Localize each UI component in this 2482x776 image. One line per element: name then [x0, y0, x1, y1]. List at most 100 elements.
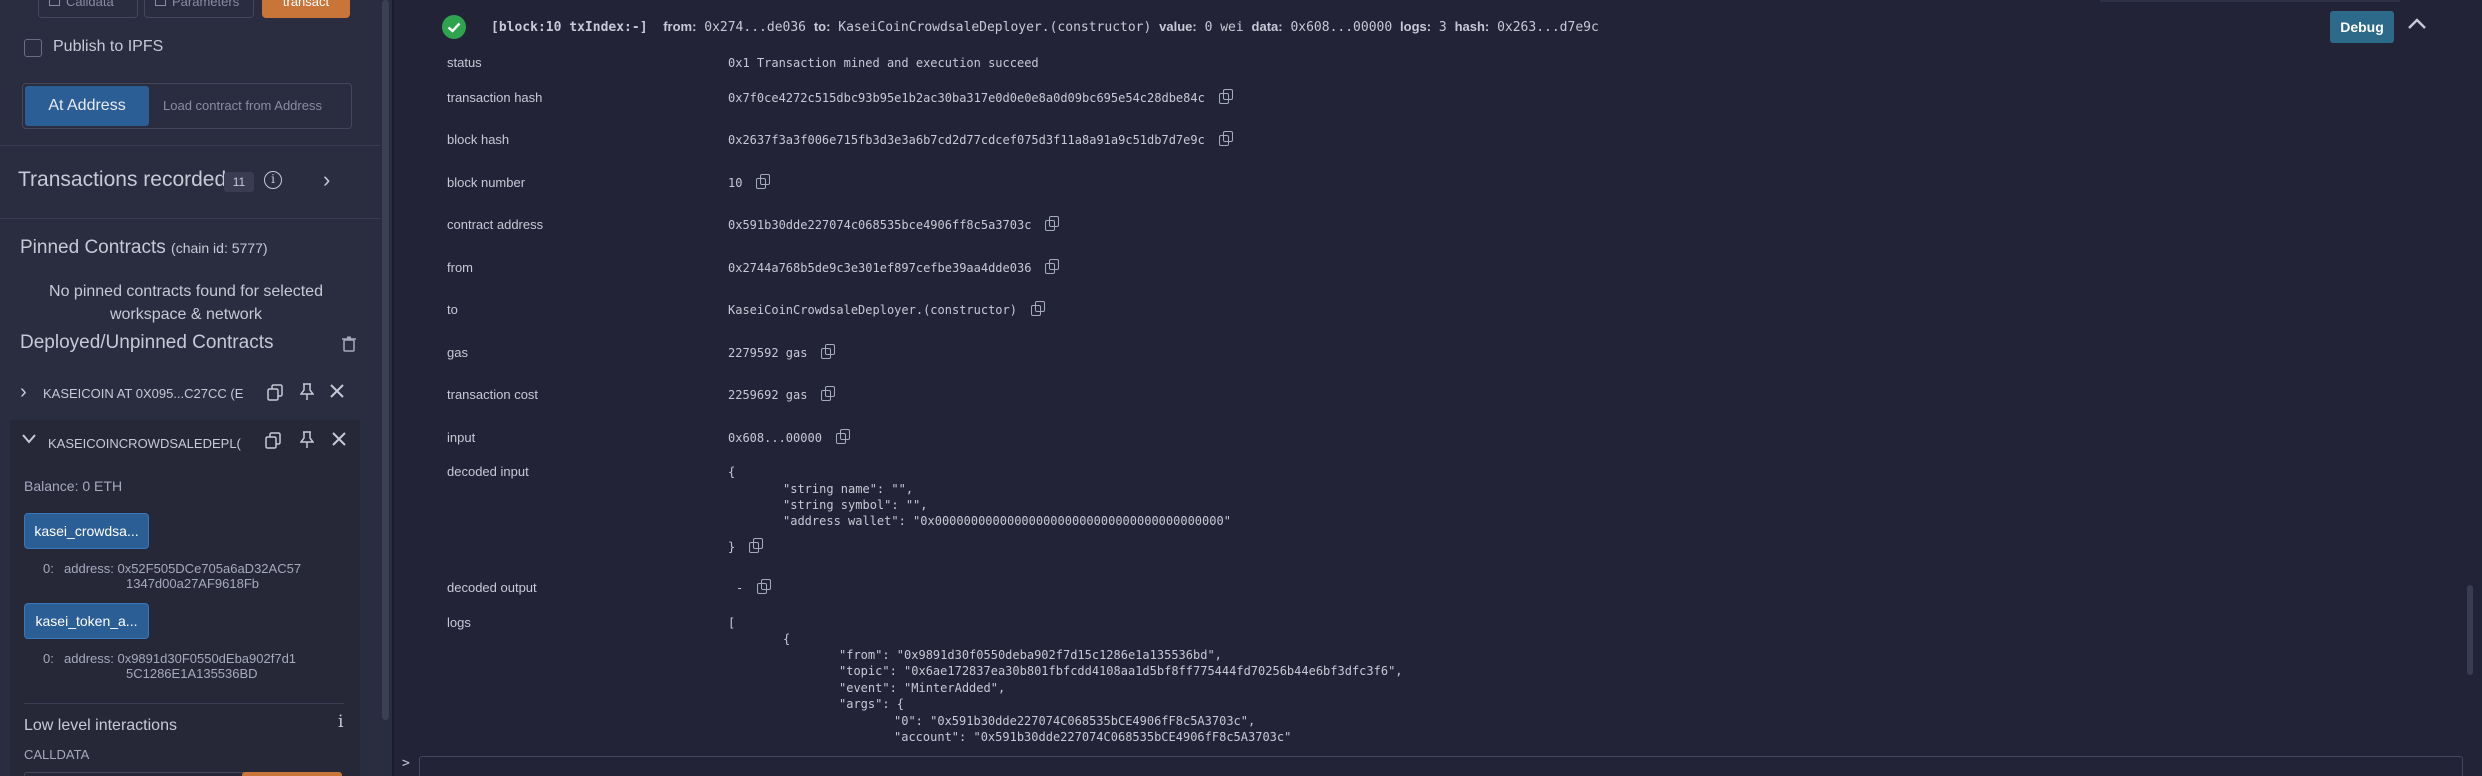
copy-icon[interactable]: [1218, 89, 1233, 104]
copy-icon: [155, 0, 166, 6]
calldata-label: CALLDATA: [24, 747, 90, 762]
divider: [0, 145, 380, 146]
row-val-tx-hash: 0x7f0ce4272c515dbc93b95e1b2ac30ba317e0d0…: [728, 89, 1233, 105]
row-key-decoded-input: decoded input: [447, 464, 529, 479]
contract-item-kaseicoin[interactable]: › KASEICOIN AT 0X095...C27CC (E: [12, 376, 357, 412]
transactions-count-badge: 11: [224, 172, 254, 192]
no-pinned-message: No pinned contracts found for selected w…: [49, 283, 323, 323]
copy-icon[interactable]: [265, 432, 281, 454]
copy-icon: [49, 0, 60, 6]
row-key-tx-hash: transaction hash: [447, 90, 543, 105]
contract-name: KASEICOINCROWDSALEDEPL(: [48, 436, 241, 451]
copy-icon[interactable]: [1045, 259, 1060, 274]
transact-button[interactable]: [242, 772, 342, 776]
chevron-down-icon[interactable]: [22, 431, 36, 449]
logs-line: "args": {: [839, 697, 905, 711]
decoded-input-line: "address wallet": "0x0000000000000000000…: [783, 514, 1231, 528]
info-icon[interactable]: i: [338, 712, 343, 732]
chevron-up-icon[interactable]: [2408, 17, 2426, 35]
logs-line: "topic": "0x6ae172837ea30b801fbfcdd4108a…: [839, 664, 1403, 678]
row-key-from: from: [447, 260, 473, 275]
at-address-group: At Address Load contract from Address: [22, 83, 352, 129]
copy-icon[interactable]: [821, 386, 836, 401]
transact-button[interactable]: transact: [262, 0, 350, 18]
row-key-input: input: [447, 430, 476, 445]
scrollbar-thumb[interactable]: [382, 0, 389, 720]
row-val-block-number: 10: [728, 174, 771, 190]
chain-id: (chain id: 5777): [171, 240, 268, 256]
row-val-to: KaseiCoinCrowdsaleDeployer.(constructor): [728, 301, 1045, 317]
row-key-logs: logs: [447, 615, 471, 630]
kasei-crowdsale-button[interactable]: kasei_crowdsa...: [24, 513, 149, 549]
balance: Balance: 0 ETH: [24, 478, 123, 494]
transactions-recorded-title[interactable]: Transactions recorded: [18, 168, 226, 192]
row-key-tx-cost: transaction cost: [447, 387, 539, 402]
deploy-sidebar: Calldata Parameters transact Publish to …: [0, 0, 380, 776]
terminal-prompt: >: [402, 756, 410, 771]
contract-name: KASEICOIN AT 0X095...C27CC (E: [43, 386, 244, 401]
copy-icon[interactable]: [756, 174, 771, 189]
row-key-block-number: block number: [447, 175, 526, 190]
copy-icon[interactable]: [1218, 131, 1233, 146]
terminal-panel: [394, 0, 2482, 776]
sidebar-scrollbar[interactable]: [380, 0, 392, 776]
copy-icon[interactable]: [1030, 301, 1045, 316]
close-icon[interactable]: [332, 432, 346, 451]
calldata-button[interactable]: Calldata: [38, 0, 138, 18]
load-address-input[interactable]: Load contract from Address: [163, 84, 322, 128]
row-key-decoded-output: decoded output: [447, 580, 537, 595]
decoded-input-open: {: [728, 465, 736, 479]
parameters-button[interactable]: Parameters: [144, 0, 254, 18]
logs-line: "account": "0x591b30dde227074C068535bCE4…: [894, 730, 1292, 744]
logs-line: "from": "0x9891d30f0550deba902f7d15c1286…: [839, 648, 1222, 662]
contract-item-crowdsale-deployer: KASEICOINCROWDSALEDEPL( Balance: 0 ETH k…: [10, 420, 360, 776]
function-output: address: 0x52F505DCe705a6aD32AC57 1347d0…: [64, 561, 302, 591]
calldata-input[interactable]: [24, 772, 246, 776]
kasei-token-address-button[interactable]: kasei_token_a...: [24, 603, 149, 639]
row-val-status: 0x1 Transaction mined and execution succ…: [728, 56, 1039, 70]
row-key-gas: gas: [447, 345, 468, 360]
terminal-input[interactable]: [419, 756, 2463, 776]
chevron-right-icon[interactable]: ›: [20, 381, 27, 404]
trash-icon[interactable]: [342, 336, 356, 357]
logs-line: "0": "0x591b30dde227074C068535bCE4906fF8…: [894, 714, 1256, 728]
output-index: 0:: [43, 651, 54, 666]
decoded-input-line: "string name": "",: [783, 482, 914, 496]
copy-icon[interactable]: [749, 538, 764, 553]
info-icon[interactable]: i: [264, 171, 282, 189]
deployed-contracts-title: Deployed/Unpinned Contracts: [20, 332, 274, 353]
logs-open: [: [728, 616, 736, 630]
copy-icon[interactable]: [1045, 216, 1060, 231]
terminal-input-bar: >: [394, 752, 2482, 776]
row-val-gas: 2279592 gas: [728, 344, 836, 360]
copy-icon[interactable]: [757, 579, 772, 594]
row-key-status: status: [447, 55, 482, 70]
row-val-decoded-output: -: [736, 579, 772, 595]
terminal-scrollbar[interactable]: [2467, 585, 2473, 675]
debug-button[interactable]: Debug: [2330, 11, 2394, 43]
at-address-button[interactable]: At Address: [25, 86, 149, 126]
close-icon[interactable]: [330, 384, 344, 403]
logs-line: "event": "MinterAdded",: [839, 681, 1006, 695]
row-val-contract-address: 0x591b30dde227074c068535bce4906ff8c5a370…: [728, 216, 1060, 232]
function-output: address: 0x9891d30F0550dEba902f7d1 5C128…: [64, 651, 297, 681]
chevron-right-icon[interactable]: ›: [323, 167, 330, 193]
publish-ipfs-label: Publish to IPFS: [53, 38, 164, 55]
row-val-tx-cost: 2259692 gas: [728, 386, 836, 402]
pin-icon[interactable]: [299, 383, 315, 406]
publish-ipfs-checkbox[interactable]: [24, 39, 42, 57]
pinned-contracts-title: Pinned Contracts (chain id: 5777): [20, 237, 268, 258]
output-index: 0:: [43, 561, 54, 576]
row-val-input: 0x608...00000: [728, 429, 850, 445]
logs-brace: {: [783, 632, 791, 646]
low-level-title: Low level interactions: [24, 717, 177, 734]
header-edge: [2100, 0, 2400, 2]
copy-icon[interactable]: [821, 344, 836, 359]
pin-icon[interactable]: [299, 431, 315, 454]
copy-icon[interactable]: [835, 429, 850, 444]
row-key-block-hash: block hash: [447, 132, 510, 147]
tx-summary[interactable]: [block:10 txIndex:-] from: 0x274...de036…: [491, 19, 1599, 35]
row-key-contract-address: contract address: [447, 217, 544, 232]
copy-icon[interactable]: [267, 384, 283, 406]
success-check-icon: [442, 15, 466, 39]
